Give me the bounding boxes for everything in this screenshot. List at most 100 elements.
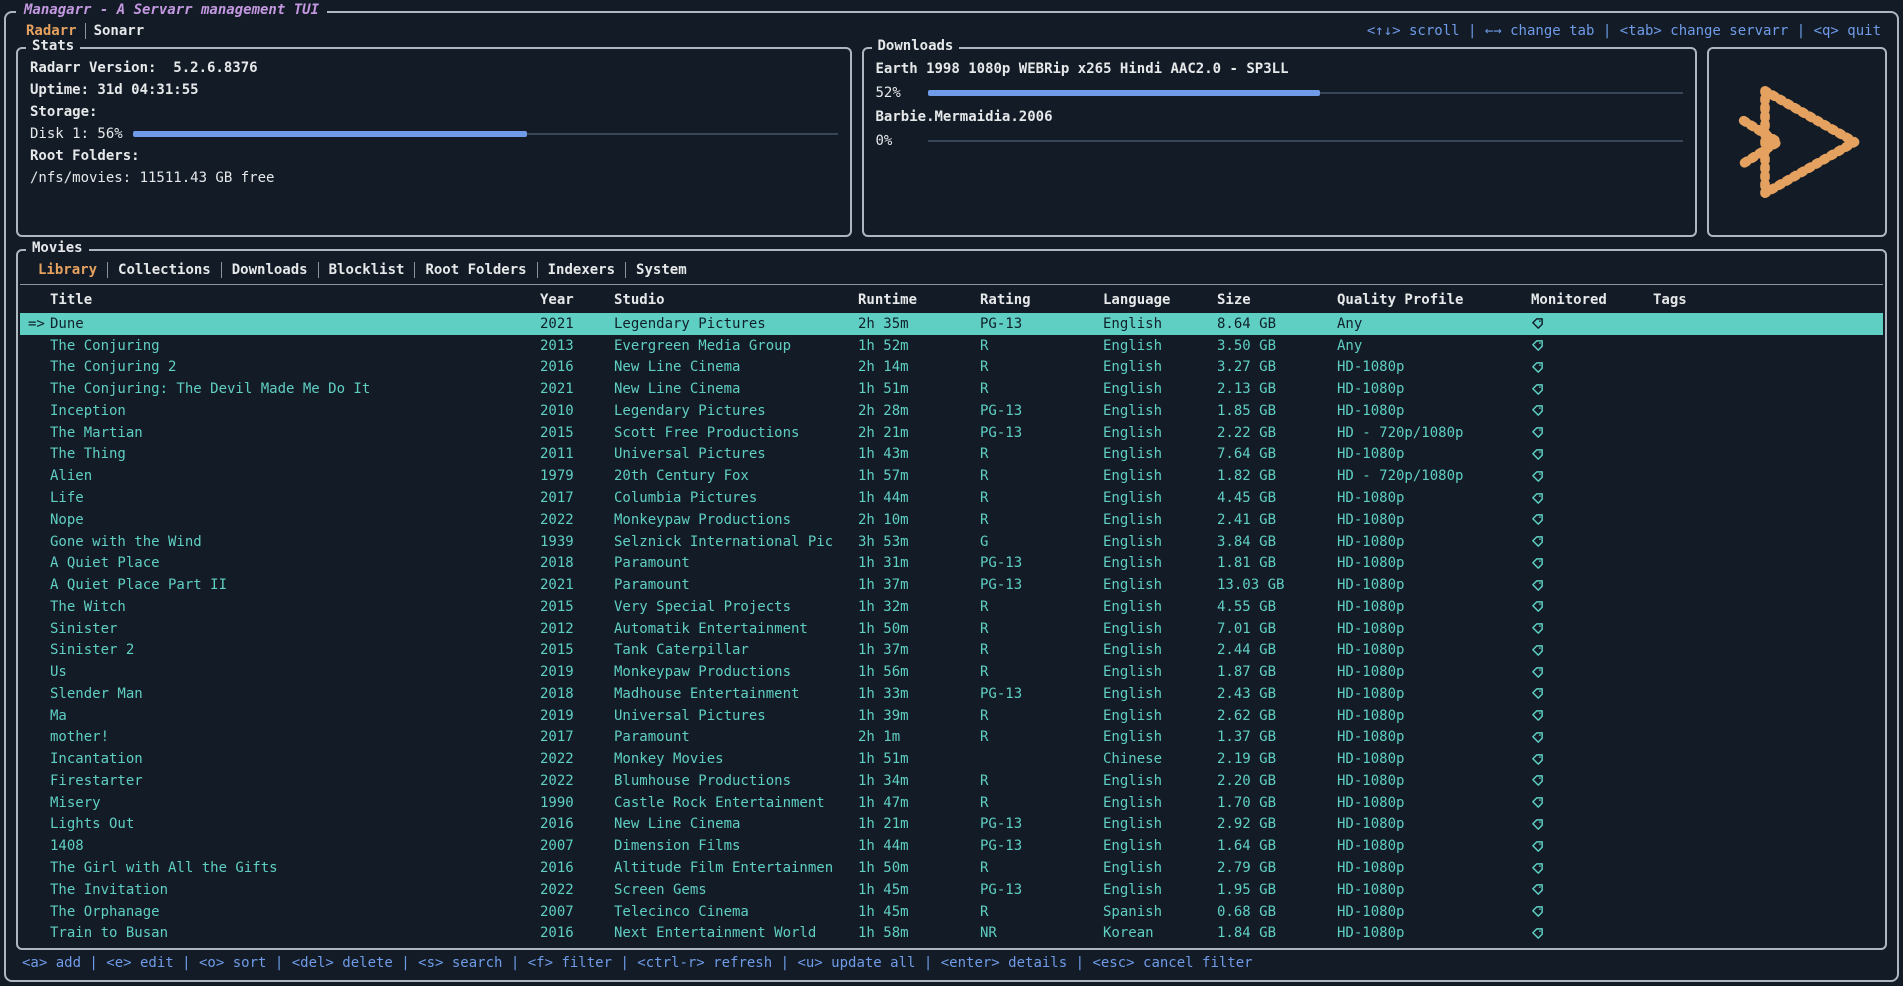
table-row[interactable]: The Witch 2015 Very Special Projects 1h … <box>20 596 1883 618</box>
table-row[interactable]: The Invitation 2022 Screen Gems 1h 45m P… <box>20 879 1883 901</box>
cell-size: 4.55 GB <box>1217 599 1337 615</box>
column-header-size: Size <box>1217 292 1337 308</box>
table-row[interactable]: The Conjuring 2 2016 New Line Cinema 2h … <box>20 357 1883 379</box>
cell-size: 1.37 GB <box>1217 729 1337 745</box>
movies-tab-library[interactable]: Library <box>28 262 107 278</box>
monitored-tag-icon <box>1531 534 1653 550</box>
cell-size: 3.50 GB <box>1217 338 1337 354</box>
cell-studio: Paramount <box>614 577 858 593</box>
cell-year: 2016 <box>540 816 614 832</box>
cell-studio: Screen Gems <box>614 882 858 898</box>
cell-title: Train to Busan <box>50 925 540 941</box>
table-row[interactable]: Firestarter 2022 Blumhouse Productions 1… <box>20 770 1883 792</box>
cell-quality-profile: HD-1080p <box>1337 686 1531 702</box>
cell-rating: R <box>980 708 1103 724</box>
table-row[interactable]: Incantation 2022 Monkey Movies 1h 51m Ch… <box>20 748 1883 770</box>
cell-quality-profile: HD-1080p <box>1337 838 1531 854</box>
cell-year: 2022 <box>540 751 614 767</box>
cell-rating: R <box>980 468 1103 484</box>
table-row[interactable]: Train to Busan 2016 Next Entertainment W… <box>20 922 1883 944</box>
table-row[interactable]: 1408 2007 Dimension Films 1h 44m PG-13 E… <box>20 835 1883 857</box>
cell-runtime: 1h 58m <box>858 925 980 941</box>
cell-rating: NR <box>980 925 1103 941</box>
table-row[interactable]: mother! 2017 Paramount 2h 1m R English 1… <box>20 727 1883 749</box>
tab-radarr[interactable]: Radarr <box>18 23 85 39</box>
monitored-tag-icon <box>1531 381 1653 397</box>
cell-quality-profile: HD-1080p <box>1337 446 1531 462</box>
tab-sonarr[interactable]: Sonarr <box>86 23 153 39</box>
movies-panel: Movies LibraryCollectionsDownloadsBlockl… <box>16 249 1887 950</box>
column-header-runtime: Runtime <box>858 292 980 308</box>
table-row[interactable]: Sinister 2 2015 Tank Caterpillar 1h 37m … <box>20 639 1883 661</box>
cell-quality-profile: HD-1080p <box>1337 599 1531 615</box>
movies-tab-downloads[interactable]: Downloads <box>222 262 318 278</box>
table-row[interactable]: Life 2017 Columbia Pictures 1h 44m R Eng… <box>20 487 1883 509</box>
cell-studio: Castle Rock Entertainment <box>614 795 858 811</box>
table-row[interactable]: Gone with the Wind 1939 Selznick Interna… <box>20 531 1883 553</box>
table-row[interactable]: Nope 2022 Monkeypaw Productions 2h 10m R… <box>20 509 1883 531</box>
table-row[interactable]: The Martian 2015 Scott Free Productions … <box>20 422 1883 444</box>
table-row[interactable]: Sinister 2012 Automatik Entertainment 1h… <box>20 618 1883 640</box>
cell-year: 2010 <box>540 403 614 419</box>
table-row[interactable]: Us 2019 Monkeypaw Productions 1h 56m R E… <box>20 661 1883 683</box>
monitored-tag-icon <box>1531 359 1653 375</box>
column-header-title: Title <box>50 292 540 308</box>
table-row[interactable]: Lights Out 2016 New Line Cinema 1h 21m P… <box>20 814 1883 836</box>
monitored-tag-icon <box>1531 708 1653 724</box>
movies-tab-root-folders[interactable]: Root Folders <box>415 262 536 278</box>
cell-studio: Monkey Movies <box>614 751 858 767</box>
cell-studio: Monkeypaw Productions <box>614 512 858 528</box>
monitored-tag-icon <box>1531 860 1653 876</box>
table-row[interactable]: The Conjuring 2013 Evergreen Media Group… <box>20 335 1883 357</box>
monitored-tag-icon <box>1531 403 1653 419</box>
table-row[interactable]: A Quiet Place Part II 2021 Paramount 1h … <box>20 574 1883 596</box>
table-row[interactable]: The Orphanage 2007 Telecinco Cinema 1h 4… <box>20 901 1883 923</box>
cell-size: 13.03 GB <box>1217 577 1337 593</box>
cell-title: 1408 <box>50 838 540 854</box>
cell-runtime: 1h 50m <box>858 860 980 876</box>
table-row[interactable]: Ma 2019 Universal Pictures 1h 39m R Engl… <box>20 705 1883 727</box>
table-row[interactable]: Inception 2010 Legendary Pictures 2h 28m… <box>20 400 1883 422</box>
downloads-panel-title: Downloads <box>872 38 960 54</box>
cell-title: A Quiet Place Part II <box>50 577 540 593</box>
cell-runtime: 1h 57m <box>858 468 980 484</box>
cell-rating: R <box>980 729 1103 745</box>
table-row[interactable]: Alien 1979 20th Century Fox 1h 57m R Eng… <box>20 465 1883 487</box>
cell-runtime: 1h 45m <box>858 882 980 898</box>
monitored-tag-icon <box>1531 904 1653 920</box>
movies-tab-collections[interactable]: Collections <box>108 262 221 278</box>
cell-quality-profile: HD-1080p <box>1337 708 1531 724</box>
movies-tab-indexers[interactable]: Indexers <box>538 262 625 278</box>
cell-runtime: 1h 32m <box>858 599 980 615</box>
disk-usage-line: Disk 1: 56% <box>30 123 838 145</box>
table-row[interactable]: The Thing 2011 Universal Pictures 1h 43m… <box>20 444 1883 466</box>
table-row[interactable]: A Quiet Place 2018 Paramount 1h 31m PG-1… <box>20 552 1883 574</box>
monitored-tag-icon <box>1531 338 1653 354</box>
cell-quality-profile: HD-1080p <box>1337 816 1531 832</box>
cell-year: 2017 <box>540 729 614 745</box>
movies-tab-blocklist[interactable]: Blocklist <box>319 262 415 278</box>
cell-year: 2007 <box>540 904 614 920</box>
table-row[interactable]: Slender Man 2018 Madhouse Entertainment … <box>20 683 1883 705</box>
cell-size: 1.70 GB <box>1217 795 1337 811</box>
table-row[interactable]: Misery 1990 Castle Rock Entertainment 1h… <box>20 792 1883 814</box>
monitored-tag-icon <box>1531 773 1653 789</box>
cell-rating: PG-13 <box>980 403 1103 419</box>
table-row[interactable]: => Dune 2021 Legendary Pictures 2h 35m P… <box>20 313 1883 335</box>
download-progress-track <box>928 140 1684 142</box>
cell-language: English <box>1103 534 1217 550</box>
monitored-tag-icon <box>1531 599 1653 615</box>
movies-tab-system[interactable]: System <box>626 262 697 278</box>
cell-size: 2.79 GB <box>1217 860 1337 876</box>
monitored-tag-icon <box>1531 751 1653 767</box>
cell-title: Nope <box>50 512 540 528</box>
top-panels: Stats Radarr Version: 5.2.6.8376 Uptime:… <box>14 47 1889 237</box>
table-row[interactable]: The Conjuring: The Devil Made Me Do It 2… <box>20 378 1883 400</box>
table-row[interactable]: The Girl with All the Gifts 2016 Altitud… <box>20 857 1883 879</box>
cell-size: 3.84 GB <box>1217 534 1337 550</box>
cell-year: 2021 <box>540 381 614 397</box>
app-title: Managarr - A Servarr management TUI <box>16 2 327 18</box>
cell-rating: R <box>980 446 1103 462</box>
cell-title: The Girl with All the Gifts <box>50 860 540 876</box>
cell-runtime: 1h 34m <box>858 773 980 789</box>
